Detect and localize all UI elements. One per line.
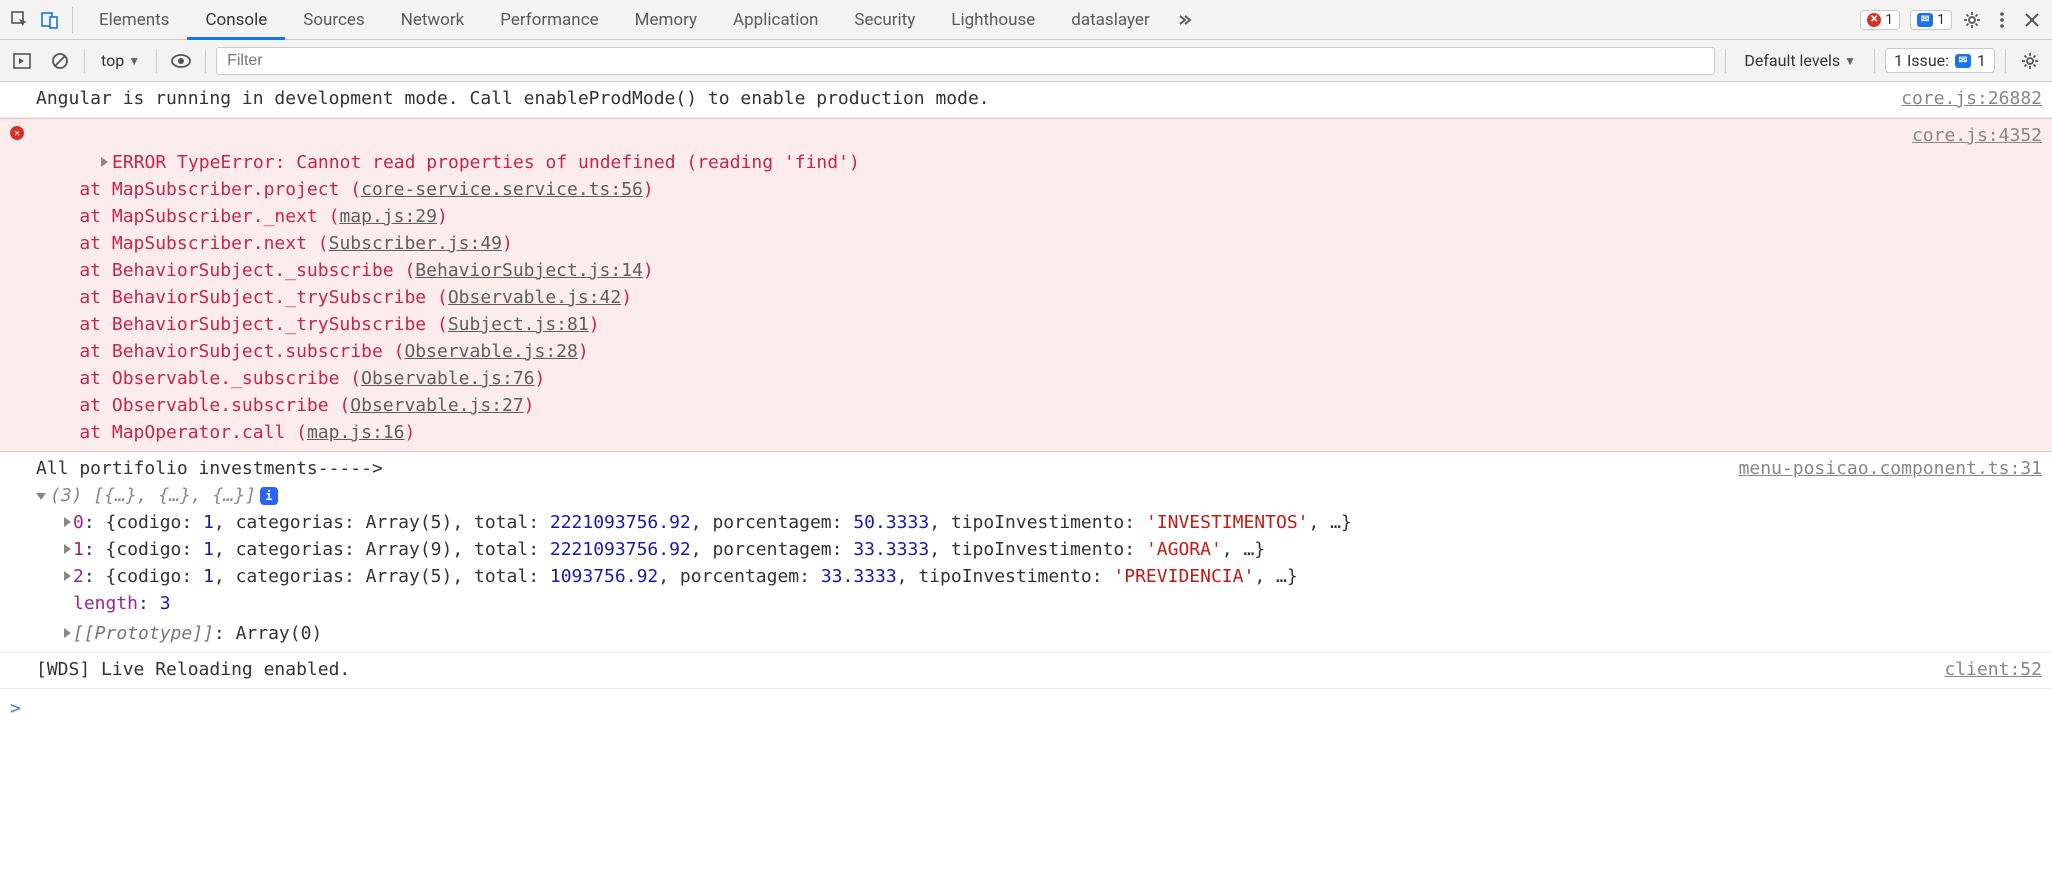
issues-count: 1 bbox=[1977, 51, 1986, 70]
console-prompt[interactable]: > bbox=[0, 689, 2052, 728]
source-link[interactable]: Observable.js:76 bbox=[361, 368, 534, 389]
error-count: 1 bbox=[1885, 12, 1893, 28]
source-link[interactable]: client:52 bbox=[1924, 656, 2042, 683]
device-toggle-icon[interactable] bbox=[36, 6, 64, 34]
stack-frame: at MapSubscriber._next (map.js:29) bbox=[36, 203, 1892, 230]
chevron-down-icon: ▼ bbox=[128, 54, 140, 68]
clear-console-icon[interactable] bbox=[46, 47, 74, 75]
tabs-host: ElementsConsoleSourcesNetworkPerformance… bbox=[81, 0, 1168, 40]
stack-frame: at MapSubscriber.next (Subscriber.js:49) bbox=[36, 230, 1892, 257]
stack-frame: at BehaviorSubject._trySubscribe (Observ… bbox=[36, 284, 1892, 311]
source-link[interactable]: core.js:4352 bbox=[1892, 122, 2042, 149]
filter-input[interactable] bbox=[216, 47, 1715, 75]
log-text: [WDS] Live Reloading enabled. bbox=[36, 656, 1924, 683]
issues-label: 1 Issue: bbox=[1894, 51, 1949, 70]
inspect-icon[interactable] bbox=[6, 6, 34, 34]
source-link[interactable]: Observable.js:28 bbox=[404, 341, 577, 362]
tab-dataslayer[interactable]: dataslayer bbox=[1053, 0, 1167, 40]
console-settings-icon[interactable] bbox=[2016, 47, 2044, 75]
stack-frame: at BehaviorSubject._subscribe (BehaviorS… bbox=[36, 257, 1892, 284]
array-item[interactable]: 1: {codigo: 1, categorias: Array(9), tot… bbox=[36, 536, 2042, 563]
tab-lighthouse[interactable]: Lighthouse bbox=[933, 0, 1053, 40]
divider bbox=[1725, 49, 1726, 73]
error-content: ERROR TypeError: Cannot read properties … bbox=[36, 122, 1892, 446]
info-icon[interactable]: i bbox=[260, 487, 278, 505]
message-icon: ✉ bbox=[1917, 13, 1933, 27]
divider bbox=[1874, 49, 1875, 73]
source-link[interactable]: Subscriber.js:49 bbox=[329, 233, 502, 254]
tab-console[interactable]: Console bbox=[187, 0, 285, 40]
error-head: ERROR TypeError: Cannot read properties … bbox=[112, 152, 860, 173]
tab-elements[interactable]: Elements bbox=[81, 0, 187, 40]
error-icon: ✕ bbox=[1867, 13, 1881, 27]
source-link[interactable]: map.js:16 bbox=[307, 422, 405, 443]
error-row: ✕ ERROR TypeError: Cannot read propertie… bbox=[0, 118, 2052, 452]
stack-frame: at Observable._subscribe (Observable.js:… bbox=[36, 365, 1892, 392]
console-output: Angular is running in development mode. … bbox=[0, 82, 2052, 728]
more-tabs-icon[interactable] bbox=[1170, 6, 1198, 34]
log-text: All portifolio investments-----> bbox=[36, 455, 1719, 482]
log-row: Angular is running in development mode. … bbox=[0, 82, 2052, 118]
divider bbox=[2005, 49, 2006, 73]
chevron-down-icon: ▼ bbox=[1844, 54, 1856, 68]
devtools-tabbar: ElementsConsoleSourcesNetworkPerformance… bbox=[0, 0, 2052, 40]
stack-frame: at BehaviorSubject.subscribe (Observable… bbox=[36, 338, 1892, 365]
source-link[interactable]: menu-posicao.component.ts:31 bbox=[1719, 455, 2042, 482]
kebab-menu-icon[interactable] bbox=[1988, 6, 2016, 34]
array-item[interactable]: 0: {codigo: 1, categorias: Array(5), tot… bbox=[36, 509, 2042, 536]
source-link[interactable]: Observable.js:27 bbox=[350, 395, 523, 416]
divider bbox=[72, 7, 73, 33]
expand-arrow-icon[interactable] bbox=[64, 517, 71, 527]
close-icon[interactable] bbox=[2018, 6, 2046, 34]
array-prototype[interactable]: [[Prototype]]: Array(0) bbox=[36, 620, 2042, 647]
tab-security[interactable]: Security bbox=[836, 0, 933, 40]
console-toolbar: top ▼ Default levels ▼ 1 Issue: ✉ 1 bbox=[0, 40, 2052, 82]
message-count-badge[interactable]: ✉ 1 bbox=[1910, 10, 1952, 30]
levels-label: Default levels bbox=[1744, 51, 1840, 70]
source-link[interactable]: Subject.js:81 bbox=[448, 314, 589, 335]
expand-arrow-icon[interactable] bbox=[101, 157, 108, 167]
source-link[interactable]: map.js:29 bbox=[339, 206, 437, 227]
log-row: All portifolio investments-----> menu-po… bbox=[0, 452, 2052, 653]
divider bbox=[205, 49, 206, 73]
stack-frame: at MapOperator.call (map.js:16) bbox=[36, 419, 1892, 446]
divider bbox=[84, 49, 85, 73]
stack-frame: at Observable.subscribe (Observable.js:2… bbox=[36, 392, 1892, 419]
message-count: 1 bbox=[1937, 12, 1945, 28]
log-levels-selector[interactable]: Default levels ▼ bbox=[1736, 51, 1864, 70]
error-count-badge[interactable]: ✕ 1 bbox=[1860, 10, 1900, 30]
context-selector[interactable]: top ▼ bbox=[95, 51, 146, 70]
collapse-arrow-icon[interactable] bbox=[36, 493, 46, 500]
divider bbox=[156, 49, 157, 73]
log-row: [WDS] Live Reloading enabled. client:52 bbox=[0, 653, 2052, 689]
tab-memory[interactable]: Memory bbox=[617, 0, 715, 40]
toggle-sidebar-icon[interactable] bbox=[8, 47, 36, 75]
source-link[interactable]: Observable.js:42 bbox=[448, 287, 621, 308]
source-link[interactable]: core-service.service.ts:56 bbox=[361, 179, 643, 200]
context-label: top bbox=[101, 51, 124, 70]
expand-arrow-icon[interactable] bbox=[64, 571, 71, 581]
stack-frame: at BehaviorSubject._trySubscribe (Subjec… bbox=[36, 311, 1892, 338]
settings-icon[interactable] bbox=[1958, 6, 1986, 34]
tab-sources[interactable]: Sources bbox=[285, 0, 382, 40]
tab-application[interactable]: Application bbox=[715, 0, 836, 40]
source-link[interactable]: BehaviorSubject.js:14 bbox=[415, 260, 643, 281]
expand-arrow-icon[interactable] bbox=[64, 544, 71, 554]
live-expression-icon[interactable] bbox=[167, 47, 195, 75]
source-link[interactable]: core.js:26882 bbox=[1881, 85, 2042, 112]
issues-button[interactable]: 1 Issue: ✉ 1 bbox=[1885, 48, 1995, 73]
array-item[interactable]: 2: {codigo: 1, categorias: Array(5), tot… bbox=[36, 563, 2042, 590]
array-length: length: 3 bbox=[36, 590, 2042, 617]
tab-network[interactable]: Network bbox=[383, 0, 483, 40]
log-text: Angular is running in development mode. … bbox=[36, 85, 1881, 112]
tab-performance[interactable]: Performance bbox=[482, 0, 616, 40]
array-summary: (3) [{…}, {…}, {…}] bbox=[50, 485, 256, 506]
error-icon: ✕ bbox=[10, 126, 24, 140]
message-icon: ✉ bbox=[1955, 54, 1971, 68]
expand-arrow-icon[interactable] bbox=[64, 628, 71, 638]
stack-frame: at MapSubscriber.project (core-service.s… bbox=[36, 176, 1892, 203]
